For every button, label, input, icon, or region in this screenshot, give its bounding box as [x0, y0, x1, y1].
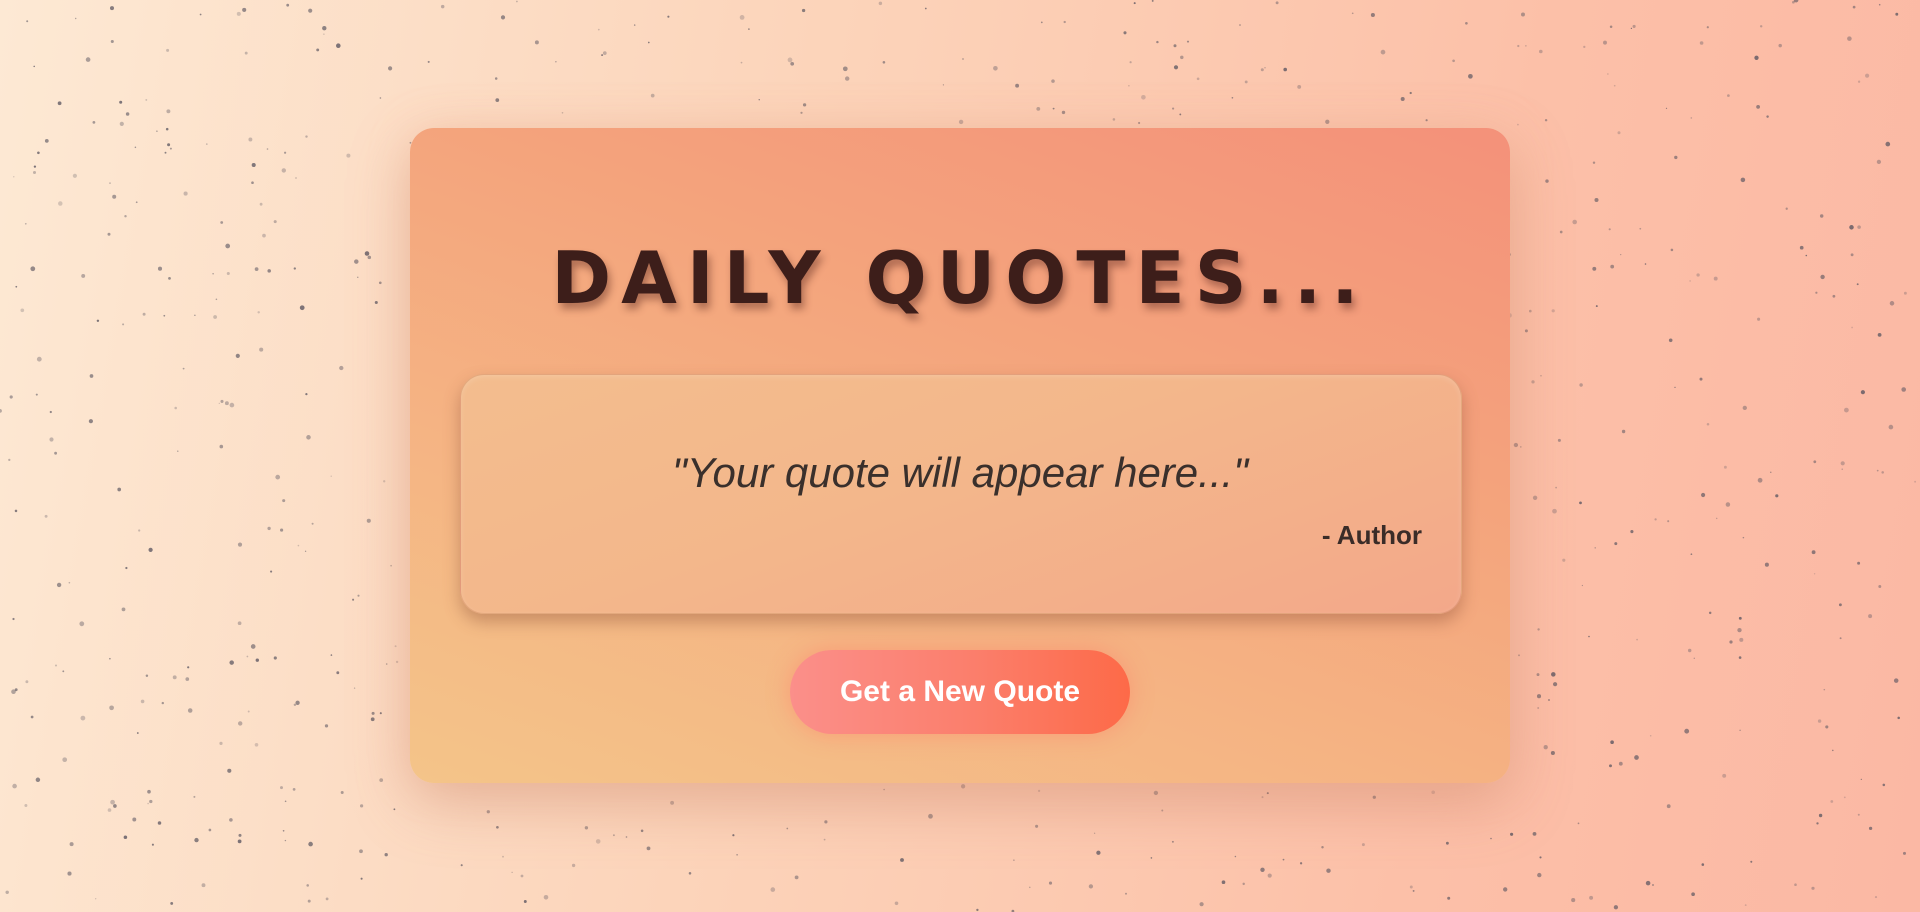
- quote-text: "Your quote will appear here...": [671, 449, 1249, 496]
- new-quote-button[interactable]: Get a New Quote: [790, 650, 1130, 734]
- quote-author: - Author: [1321, 520, 1422, 550]
- page-title: DAILY QUOTES...: [551, 236, 1369, 320]
